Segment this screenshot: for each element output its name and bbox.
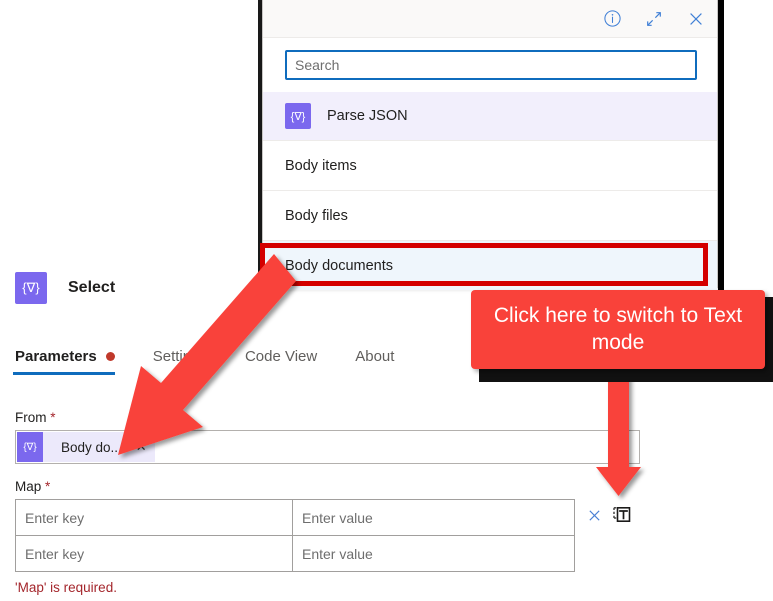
map-table: Enter key Enter value Enter key Enter va… xyxy=(15,499,575,572)
picker-titlebar-actions xyxy=(597,0,711,37)
switch-to-text-mode-icon[interactable] xyxy=(608,501,636,529)
select-action-header: {∇} Select xyxy=(15,272,115,304)
close-icon[interactable] xyxy=(681,4,711,34)
picker-panel-right-shadow xyxy=(718,0,724,292)
tab-about-label: About xyxy=(355,348,395,365)
token-label: Body do... xyxy=(61,439,122,455)
token-remove-icon[interactable]: ✕ xyxy=(136,439,147,455)
tab-parameters-label: Parameters xyxy=(15,348,97,365)
tab-code-view[interactable]: Code View xyxy=(243,348,331,375)
expand-icon[interactable] xyxy=(639,4,669,34)
tab-code-view-label: Code View xyxy=(244,348,318,365)
map-label-text: Map xyxy=(15,479,42,494)
picker-item-body-items[interactable]: Body items xyxy=(263,140,717,190)
map-error-message: 'Map' is required. xyxy=(15,580,117,595)
close-icon[interactable] xyxy=(582,503,606,527)
callout-text-mode-instruction: Click here to switch to Text mode xyxy=(471,290,765,369)
tab-settings[interactable]: Settings xyxy=(151,348,221,375)
from-field-label: From * xyxy=(15,410,56,425)
from-label-text: From xyxy=(15,410,47,425)
map-required-star: * xyxy=(45,479,51,494)
parse-json-icon: {∇} xyxy=(285,103,311,129)
page-title: Select xyxy=(68,279,116,296)
table-row: Enter key Enter value xyxy=(16,535,574,571)
screenshot-root: {∇} Parse JSON Body items Body files Bod… xyxy=(0,0,773,601)
table-row: Enter key Enter value xyxy=(16,500,574,535)
tab-parameters[interactable]: Parameters xyxy=(13,348,129,375)
callout-label: Click here to switch to Text mode xyxy=(493,303,743,354)
select-action-icon: {∇} xyxy=(15,272,47,304)
picker-search-wrap xyxy=(263,38,717,92)
map-key-input-1[interactable]: Enter key xyxy=(16,536,293,571)
highlight-rectangle-body-documents xyxy=(260,243,708,286)
search-input[interactable] xyxy=(285,50,697,80)
picker-titlebar xyxy=(263,0,717,38)
from-input[interactable]: {∇} Body do... ✕ xyxy=(15,430,640,464)
action-tabs: Parameters Settings Code View About xyxy=(13,348,430,375)
picker-group-parse-json[interactable]: {∇} Parse JSON xyxy=(263,92,717,140)
token-parse-json-icon: {∇} xyxy=(17,432,43,462)
map-value-input-1[interactable]: Enter value xyxy=(293,536,574,571)
map-value-input-0[interactable]: Enter value xyxy=(293,500,574,535)
required-indicator-dot xyxy=(105,352,115,361)
info-icon[interactable] xyxy=(597,4,627,34)
picker-group-label: Parse JSON xyxy=(327,108,408,124)
map-key-input-0[interactable]: Enter key xyxy=(16,500,293,535)
tab-settings-label: Settings xyxy=(152,348,207,365)
map-field-label: Map * xyxy=(15,479,50,494)
tab-about[interactable]: About xyxy=(353,348,408,375)
dynamic-content-token[interactable]: {∇} Body do... ✕ xyxy=(17,432,155,462)
from-required-star: * xyxy=(50,410,56,425)
picker-item-body-files[interactable]: Body files xyxy=(263,190,717,240)
